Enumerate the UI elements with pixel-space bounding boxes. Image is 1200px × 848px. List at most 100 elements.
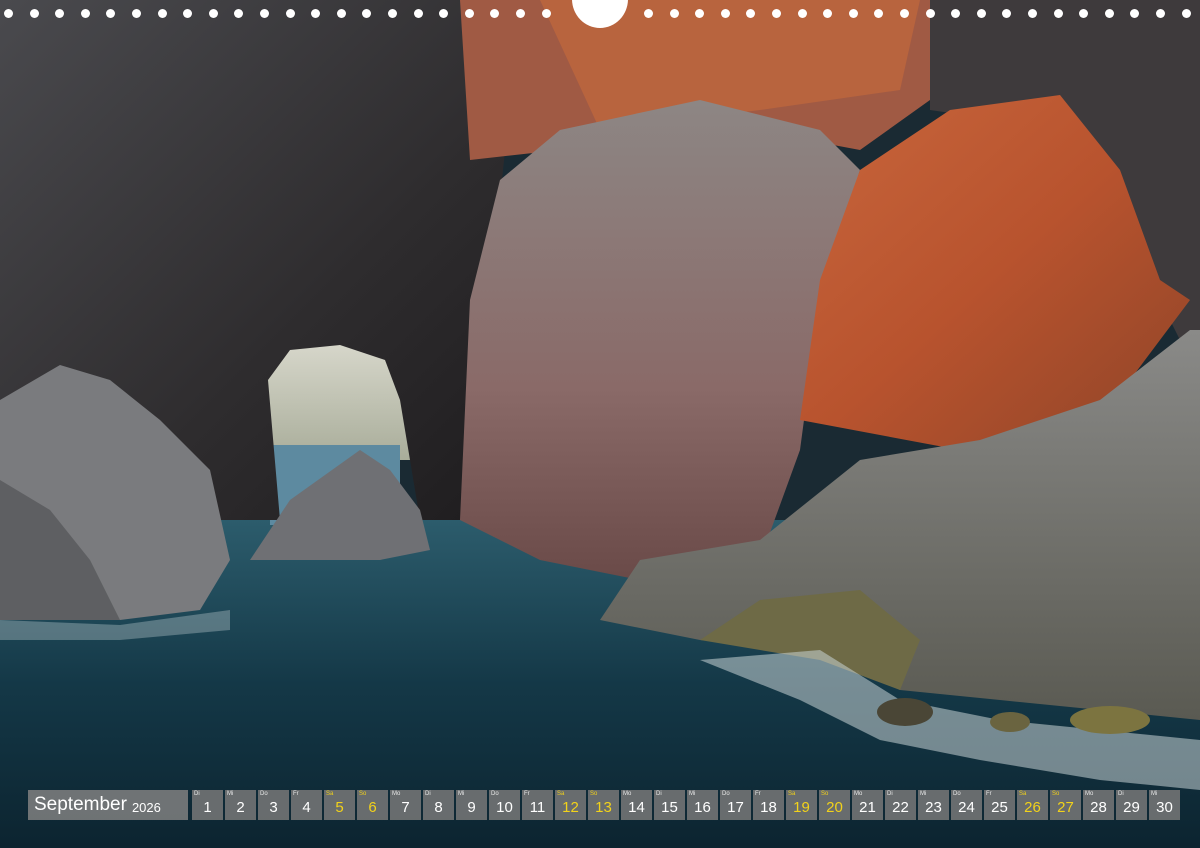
weekday-label: Di bbox=[887, 791, 893, 797]
day-number: 12 bbox=[562, 799, 579, 816]
day-cell: Di 15 bbox=[654, 790, 685, 820]
day-number: 19 bbox=[793, 799, 810, 816]
day-number: 9 bbox=[467, 799, 476, 816]
binding-hole bbox=[798, 9, 807, 18]
day-cell: So 6 bbox=[357, 790, 388, 820]
calendar-strip: September 2026 Di 1 Mi 2 Do 3 Fr 4 Sa 5 So 6 Mo 7 Di 8 M… bbox=[28, 790, 1180, 820]
weekday-label: Sa bbox=[1019, 791, 1027, 797]
day-number: 17 bbox=[727, 799, 744, 816]
day-cell: Mo 28 bbox=[1083, 790, 1114, 820]
binding-hole bbox=[695, 9, 704, 18]
day-cell: Mi 9 bbox=[456, 790, 487, 820]
weekday-label: Do bbox=[260, 791, 268, 797]
day-number: 11 bbox=[529, 799, 546, 816]
binding-hole bbox=[1054, 9, 1063, 18]
month-name: September bbox=[34, 794, 127, 815]
weekday-label: Fr bbox=[293, 791, 299, 797]
binding-hole bbox=[260, 9, 269, 18]
weekday-label: Mo bbox=[854, 791, 863, 797]
binding-hole bbox=[209, 9, 218, 18]
day-cell: Sa 5 bbox=[324, 790, 355, 820]
binding-hole bbox=[874, 9, 883, 18]
weekday-label: Do bbox=[953, 791, 961, 797]
weekday-label: So bbox=[1052, 791, 1060, 797]
binding-hole bbox=[746, 9, 755, 18]
binding-hole bbox=[490, 9, 499, 18]
weekday-label: Mo bbox=[623, 791, 632, 797]
binding-hole bbox=[516, 9, 525, 18]
day-cell: Di 22 bbox=[885, 790, 916, 820]
binding-hole bbox=[81, 9, 90, 18]
day-number: 27 bbox=[1057, 799, 1074, 816]
day-number: 30 bbox=[1156, 799, 1173, 816]
binding-hole bbox=[772, 9, 781, 18]
day-cell: Do 10 bbox=[489, 790, 520, 820]
day-number: 10 bbox=[496, 799, 513, 816]
month-year: 2026 bbox=[131, 799, 161, 815]
binding-hole bbox=[388, 9, 397, 18]
day-cell: Sa 12 bbox=[555, 790, 586, 820]
day-cell: Mi 16 bbox=[687, 790, 718, 820]
day-cell: Mi 2 bbox=[225, 790, 256, 820]
binding-hole bbox=[823, 9, 832, 18]
day-number: 24 bbox=[958, 799, 975, 816]
binding-hole bbox=[542, 9, 551, 18]
weekday-label: Sa bbox=[557, 791, 565, 797]
binding-hole bbox=[1028, 9, 1037, 18]
day-cell: Di 29 bbox=[1116, 790, 1147, 820]
day-number: 13 bbox=[595, 799, 612, 816]
binding-hole bbox=[439, 9, 448, 18]
weekday-label: Di bbox=[1118, 791, 1124, 797]
binding-hole bbox=[414, 9, 423, 18]
day-cell: Fr 25 bbox=[984, 790, 1015, 820]
day-number: 8 bbox=[434, 799, 443, 816]
calendar-photo bbox=[0, 0, 1200, 848]
day-cell: Do 3 bbox=[258, 790, 289, 820]
day-number: 20 bbox=[826, 799, 843, 816]
weekday-label: Mi bbox=[458, 791, 465, 797]
day-cell: Di 1 bbox=[192, 790, 223, 820]
binding-hole bbox=[1130, 9, 1139, 18]
binding-hole bbox=[234, 9, 243, 18]
weekday-label: So bbox=[359, 791, 367, 797]
day-number: 2 bbox=[236, 799, 245, 816]
binding-hole bbox=[286, 9, 295, 18]
day-number: 18 bbox=[760, 799, 777, 816]
day-number: 7 bbox=[401, 799, 410, 816]
weekday-label: Fr bbox=[986, 791, 992, 797]
day-number: 25 bbox=[991, 799, 1008, 816]
binding-hole bbox=[183, 9, 192, 18]
weekday-label: So bbox=[590, 791, 598, 797]
day-cell: Mo 21 bbox=[852, 790, 883, 820]
day-cell: Mo 7 bbox=[390, 790, 421, 820]
day-cell: Fr 18 bbox=[753, 790, 784, 820]
weekday-label: Di bbox=[425, 791, 431, 797]
binding-hole bbox=[30, 9, 39, 18]
weekday-label: Mi bbox=[227, 791, 234, 797]
day-cell: Mo 14 bbox=[621, 790, 652, 820]
day-cell: Fr 11 bbox=[522, 790, 553, 820]
day-number: 26 bbox=[1024, 799, 1041, 816]
day-cell: So 13 bbox=[588, 790, 619, 820]
weekday-label: So bbox=[821, 791, 829, 797]
day-number: 29 bbox=[1123, 799, 1140, 816]
binding-hole bbox=[106, 9, 115, 18]
day-cell: Di 8 bbox=[423, 790, 454, 820]
binding-hole bbox=[4, 9, 13, 18]
day-number: 21 bbox=[859, 799, 876, 816]
day-number: 16 bbox=[694, 799, 711, 816]
weekday-label: Fr bbox=[755, 791, 761, 797]
day-number: 22 bbox=[892, 799, 909, 816]
binding-hole bbox=[132, 9, 141, 18]
weekday-label: Mi bbox=[1151, 791, 1158, 797]
binding-hole bbox=[1079, 9, 1088, 18]
binding-hole bbox=[337, 9, 346, 18]
day-cell: Sa 19 bbox=[786, 790, 817, 820]
binding-hole bbox=[644, 9, 653, 18]
day-cell: So 27 bbox=[1050, 790, 1081, 820]
day-number: 6 bbox=[368, 799, 377, 816]
weekday-label: Di bbox=[194, 791, 200, 797]
binding-hole bbox=[1156, 9, 1165, 18]
day-number: 3 bbox=[269, 799, 278, 816]
binding-hole bbox=[849, 9, 858, 18]
